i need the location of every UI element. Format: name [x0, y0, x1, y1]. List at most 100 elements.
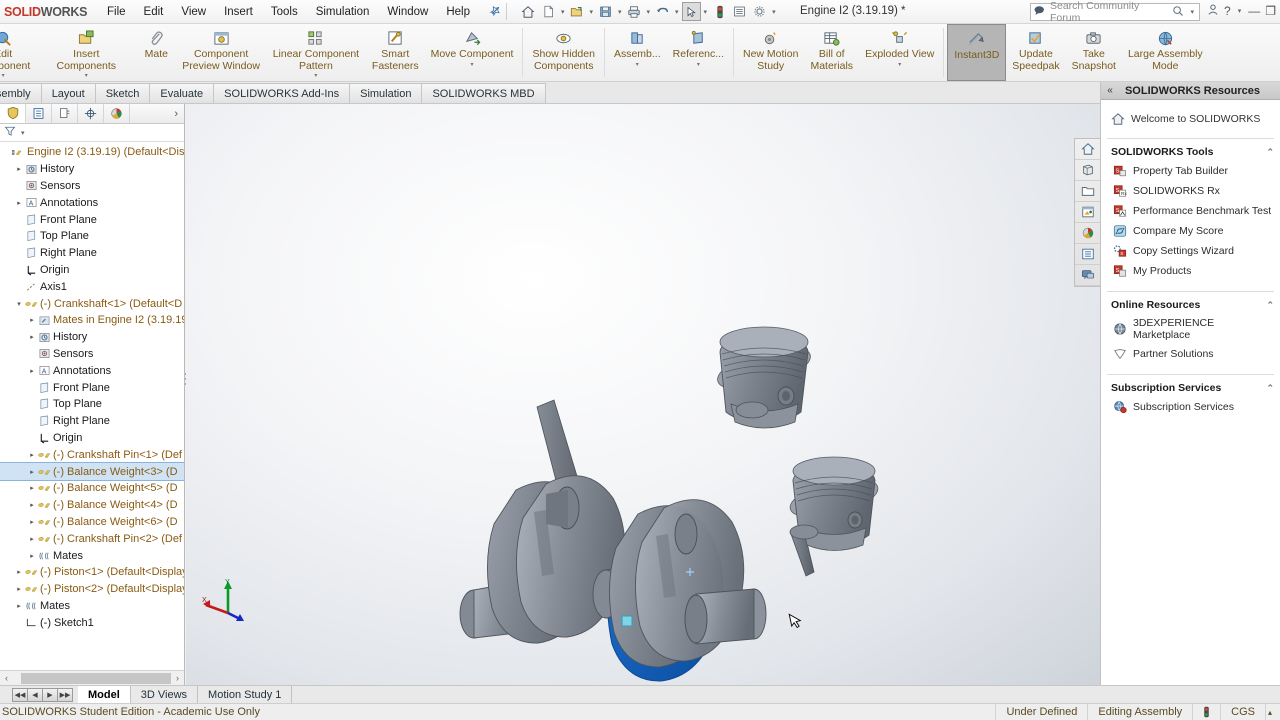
feature-tree-item[interactable]: ▾ (-) Crankshaft<1> (Default<D — [0, 295, 184, 312]
menu-item-window[interactable]: Window — [378, 3, 437, 21]
status-units[interactable]: CGS — [1220, 703, 1265, 720]
print-icon[interactable] — [625, 2, 644, 21]
feature-tree-item[interactable]: Sensors — [0, 178, 184, 195]
tree-expand-twisty[interactable]: ▸ — [26, 468, 38, 476]
tree-expand-twisty[interactable]: ▸ — [26, 501, 38, 509]
tree-expand-twisty[interactable]: ▸ — [26, 316, 38, 324]
task-pane-section-header[interactable]: Subscription Services ⌃ — [1101, 379, 1280, 397]
tree-expand-twisty[interactable]: ▸ — [26, 451, 38, 459]
ribbon-button-smart-fasteners[interactable]: Smart Fasteners — [366, 24, 425, 81]
ribbon-button-referenc[interactable]: Referenc... ▾ — [667, 24, 730, 81]
options-list-icon[interactable] — [730, 2, 749, 21]
document-tab-motion-study-1[interactable]: Motion Study 1 — [198, 685, 293, 704]
feature-tree-item[interactable]: ▸ (-) Balance Weight<4> (D — [0, 497, 184, 514]
task-pane-item-property-tab-builder[interactable]: S Property Tab Builder — [1101, 161, 1280, 181]
ribbon-button-bill-of-materials[interactable]: Bill of Materials — [804, 24, 859, 81]
feature-tree-item[interactable]: ▸ History — [0, 329, 184, 346]
graphics-viewport[interactable]: ▾▾▾▾▾▾ ◨◩—❐✕ — [186, 104, 1100, 685]
feature-tree-item[interactable]: ▸ History — [0, 161, 184, 178]
command-tab-solidworks-add-ins[interactable]: SOLIDWORKS Add-Ins — [213, 83, 351, 103]
dimxpert-manager-tab[interactable] — [78, 104, 104, 123]
solidworks-logo[interactable]: SOLIDWORKS — [0, 5, 87, 19]
ribbon-dropdown-caret[interactable]: ▾ — [898, 62, 901, 69]
ribbon-dropdown-caret[interactable]: ▾ — [2, 73, 5, 80]
ribbon-button-move-component[interactable]: Move Component ▾ — [425, 24, 520, 81]
tree-expand-twisty[interactable]: ▸ — [13, 199, 25, 207]
command-tab-simulation[interactable]: Simulation — [349, 83, 423, 103]
tree-tabs-expand-chevron[interactable]: › — [174, 108, 184, 120]
ribbon-button-mate[interactable]: Mate — [136, 24, 176, 81]
filter-funnel-icon[interactable] — [4, 125, 16, 140]
task-pane-item-copy-settings-wizard[interactable]: S Copy Settings Wizard — [1101, 241, 1280, 261]
task-pane-item-performance-benchmark-test[interactable]: S Performance Benchmark Test — [1101, 201, 1280, 221]
feature-tree-item[interactable]: ▸ A Annotations — [0, 194, 184, 211]
scrollbar-thumb[interactable] — [21, 672, 171, 684]
task-pane-item-partner-solutions[interactable]: Partner Solutions — [1101, 344, 1280, 364]
task-pane-section-header[interactable]: SOLIDWORKS Tools ⌃ — [1101, 143, 1280, 161]
feature-tree-item[interactable]: ▸ Mates in Engine I2 (3.19.19) — [0, 312, 184, 329]
feature-tree-item[interactable]: Front Plane — [0, 211, 184, 228]
open-folder-icon[interactable] — [567, 2, 586, 21]
command-tab-evaluate[interactable]: Evaluate — [149, 83, 215, 103]
minimize-button[interactable]: — — [1248, 4, 1260, 18]
command-tab-layout[interactable]: Layout — [40, 83, 96, 103]
feature-tree-item[interactable]: Right Plane — [0, 245, 184, 262]
ribbon-dropdown-caret[interactable]: ▾ — [85, 73, 88, 80]
feature-tree-item[interactable]: Front Plane — [0, 379, 184, 396]
appearances-scenes-icon[interactable] — [1075, 223, 1100, 244]
rebuild-indicator-icon[interactable] — [710, 2, 729, 21]
print-dropdown-caret[interactable]: ▾ — [645, 8, 653, 16]
tree-expand-twisty[interactable]: ▸ — [13, 585, 25, 593]
last-tab-button[interactable]: ▶▶ — [57, 687, 73, 702]
undo-icon[interactable] — [653, 2, 672, 21]
tree-expand-twisty[interactable]: ▾ — [13, 300, 25, 308]
collapse-left-chevrons-icon[interactable]: « — [1101, 85, 1119, 96]
feature-tree-item[interactable]: Origin — [0, 430, 184, 447]
menu-item-insert[interactable]: Insert — [215, 3, 262, 21]
rebuild-indicator-icon[interactable] — [1192, 703, 1220, 720]
tree-expand-twisty[interactable]: ▸ — [26, 367, 38, 375]
ribbon-dropdown-caret[interactable]: ▾ — [697, 62, 700, 69]
ribbon-dropdown-caret[interactable]: ▾ — [636, 62, 639, 69]
feature-tree-item[interactable]: ▸ Mates — [0, 547, 184, 564]
scrollbar-track[interactable] — [13, 671, 171, 685]
property-manager-tab[interactable] — [26, 104, 52, 123]
ribbon-button-exploded-view[interactable]: Exploded View ▾ — [859, 24, 940, 81]
section-collapse-chevron-icon[interactable]: ⌃ — [1266, 383, 1274, 394]
tree-expand-twisty[interactable]: ▸ — [26, 535, 38, 543]
new-document-icon[interactable] — [539, 2, 558, 21]
ribbon-button-show-hidden-components[interactable]: Show Hidden Components — [526, 24, 600, 81]
document-tab-model[interactable]: Model — [78, 685, 131, 704]
display-manager-tab[interactable] — [104, 104, 130, 123]
undo-dropdown-caret[interactable]: ▾ — [673, 8, 681, 16]
tree-expand-twisty[interactable]: ▸ — [13, 602, 25, 610]
ribbon-button-linear-component-pattern[interactable]: Linear Component Pattern ▾ — [266, 24, 366, 81]
section-collapse-chevron-icon[interactable]: ⌃ — [1266, 300, 1274, 311]
tree-expand-twisty[interactable]: ▸ — [26, 333, 38, 341]
menu-item-edit[interactable]: Edit — [135, 3, 173, 21]
tree-expand-twisty[interactable]: ▸ — [13, 165, 25, 173]
custom-properties-icon[interactable] — [1075, 244, 1100, 265]
settings-gear-icon[interactable] — [750, 2, 769, 21]
ribbon-button-component-preview-window[interactable]: Component Preview Window — [176, 24, 266, 81]
feature-tree-item[interactable]: ▸ (-) Balance Weight<5> (D — [0, 480, 184, 497]
home-icon[interactable] — [519, 2, 538, 21]
feature-tree-item[interactable]: ▸ A Annotations — [0, 362, 184, 379]
menu-item-help[interactable]: Help — [437, 3, 479, 21]
help-dropdown-caret[interactable]: ▾ — [1236, 7, 1244, 15]
ribbon-button-edit-component[interactable]: Edit Component▾ — [0, 24, 36, 81]
tree-expand-twisty[interactable]: ▸ — [13, 568, 25, 576]
ribbon-button-instant3d[interactable]: Instant3D — [947, 24, 1007, 81]
tree-expand-twisty[interactable]: ▸ — [26, 552, 38, 560]
task-pane-item-solidworks-rx[interactable]: S Rx SOLIDWORKS Rx — [1101, 181, 1280, 201]
menu-item-file[interactable]: File — [98, 3, 135, 21]
next-tab-button[interactable]: ▶ — [42, 687, 58, 702]
ribbon-dropdown-caret[interactable]: ▾ — [314, 73, 317, 80]
ribbon-button-new-motion-study[interactable]: New Motion Study — [737, 24, 804, 81]
ribbon-button-assemb[interactable]: Assemb... ▾ — [608, 24, 667, 81]
search-icon[interactable] — [1172, 5, 1184, 20]
filter-dropdown-caret[interactable]: ▾ — [19, 129, 27, 137]
settings-dropdown-caret[interactable]: ▾ — [770, 8, 778, 16]
feature-tree-item[interactable]: Axis1 — [0, 278, 184, 295]
feature-tree-item[interactable]: Origin — [0, 262, 184, 279]
